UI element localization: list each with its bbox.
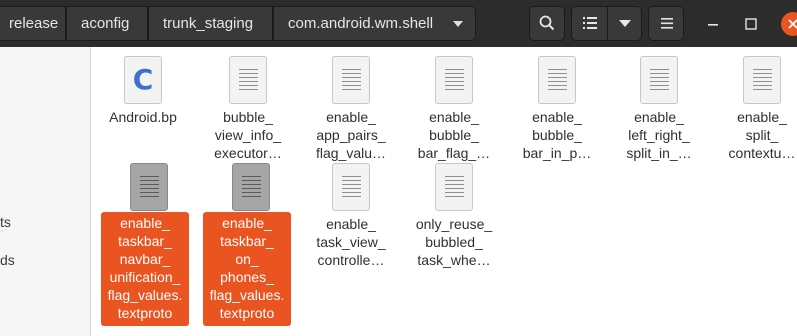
chevron-down-icon bbox=[453, 21, 463, 27]
breadcrumb-com-android-wm-shell[interactable]: com.android.wm.shell bbox=[273, 6, 476, 41]
file-item[interactable]: enable_ task_view_ controlle… bbox=[302, 163, 400, 268]
sidebar: ts ds bbox=[0, 47, 91, 336]
chevron-down-icon[interactable] bbox=[619, 20, 631, 28]
text-document-icon bbox=[640, 56, 678, 104]
file-item[interactable]: enable_ app_pairs_ flag_valu… bbox=[302, 56, 400, 161]
text-document-icon bbox=[130, 163, 168, 211]
c-source-icon: C bbox=[124, 56, 162, 104]
text-document-icon bbox=[332, 56, 370, 104]
file-name: only_reuse_ bubbled_ task_whe… bbox=[415, 216, 493, 268]
close-button[interactable] bbox=[781, 12, 797, 36]
breadcrumb-trunk-staging[interactable]: trunk_staging bbox=[148, 6, 273, 41]
text-document-icon bbox=[435, 56, 473, 104]
file-name: enable_ taskbar_ navbar_ unification_ flag_v… bbox=[101, 212, 189, 326]
file-item[interactable]: enable_ bubble_ bar_in_p… bbox=[508, 56, 606, 161]
header-bar: release aconfig trunk_staging com.androi… bbox=[0, 0, 797, 47]
menu-button[interactable] bbox=[648, 6, 684, 41]
list-view-icon bbox=[583, 17, 597, 29]
file-name: enable_ split_ contextu… bbox=[728, 109, 796, 161]
file-name: enable_ bubble_ bar_in_p… bbox=[522, 109, 592, 161]
file-item[interactable]: only_reuse_ bubbled_ task_whe… bbox=[405, 163, 503, 268]
button-separator bbox=[607, 7, 608, 40]
minimize-icon[interactable] bbox=[704, 15, 722, 33]
breadcrumb-label: com.android.wm.shell bbox=[288, 15, 434, 32]
file-name: Android.bp bbox=[109, 109, 177, 125]
file-item-selected[interactable]: enable_ taskbar_ navbar_ unification_ flag_v… bbox=[100, 163, 198, 326]
maximize-icon[interactable] bbox=[742, 15, 760, 33]
sidebar-item-label[interactable]: ds bbox=[0, 252, 15, 268]
file-item-selected[interactable]: enable_ taskbar_ on_ phones_ flag_values. tex… bbox=[202, 163, 300, 326]
file-item[interactable]: C Android.bp bbox=[94, 56, 192, 125]
file-item[interactable]: enable_ left_right_ split_in_… bbox=[610, 56, 708, 161]
breadcrumb-aconfig[interactable]: aconfig bbox=[66, 6, 148, 41]
search-icon bbox=[539, 15, 555, 31]
search-button[interactable] bbox=[529, 6, 565, 41]
file-name: enable_ taskbar_ on_ phones_ flag_values. tex… bbox=[203, 212, 291, 326]
file-name: bubble_ view_info_ executor… bbox=[214, 109, 282, 161]
text-document-icon bbox=[332, 163, 370, 211]
file-item[interactable]: enable_ split_ contextu… bbox=[713, 56, 797, 161]
file-name: enable_ left_right_ split_in_… bbox=[626, 109, 692, 161]
text-document-icon bbox=[743, 56, 781, 104]
hamburger-menu-icon bbox=[661, 18, 673, 29]
close-icon bbox=[788, 19, 797, 29]
text-document-icon bbox=[538, 56, 576, 104]
sidebar-item-label[interactable]: ts bbox=[0, 214, 11, 230]
file-name: enable_ app_pairs_ flag_valu… bbox=[315, 109, 387, 161]
c-letter: C bbox=[132, 63, 154, 96]
file-name: enable_ task_view_ controlle… bbox=[316, 216, 386, 268]
file-item[interactable]: bubble_ view_info_ executor… bbox=[199, 56, 297, 161]
text-document-icon bbox=[232, 163, 270, 211]
breadcrumb-label: release bbox=[9, 15, 59, 32]
file-name: enable_ bubble_ bar_flag_… bbox=[417, 109, 491, 161]
file-item[interactable]: enable_ bubble_ bar_flag_… bbox=[405, 56, 503, 161]
text-document-icon bbox=[229, 56, 267, 104]
text-document-icon bbox=[435, 163, 473, 211]
view-options-button[interactable] bbox=[571, 6, 642, 41]
breadcrumb-label: aconfig bbox=[81, 15, 130, 32]
breadcrumb-label: trunk_staging bbox=[163, 15, 254, 32]
breadcrumb-release[interactable]: release bbox=[0, 6, 66, 41]
